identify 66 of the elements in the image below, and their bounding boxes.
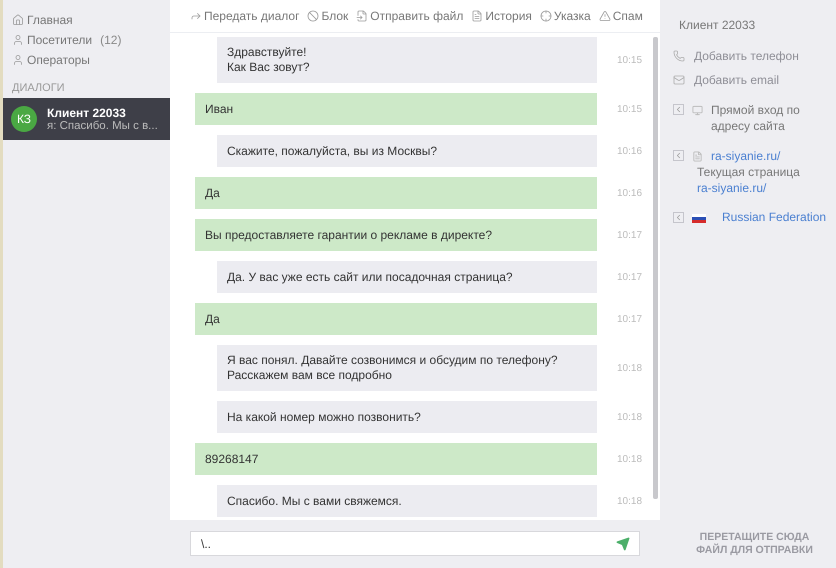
forward-arrow-icon bbox=[190, 10, 202, 22]
country-link[interactable]: Russian Federation bbox=[722, 210, 826, 224]
source-text: Прямой вход по адресу сайта bbox=[711, 102, 801, 134]
home-icon bbox=[12, 14, 24, 26]
message-time: 10:18 bbox=[617, 362, 642, 374]
operator-message: На какой номер можно позвонить? bbox=[217, 401, 597, 433]
user-icon bbox=[12, 34, 24, 46]
add-contact-link[interactable]: Добавить email bbox=[694, 73, 780, 87]
scrollbar[interactable] bbox=[653, 37, 658, 499]
toolbar-button[interactable]: Блок bbox=[307, 9, 348, 23]
operator-message: Я вас понял. Давайте созвонимся и обсудим по телефону? Расскажем вам все подробно bbox=[217, 345, 597, 391]
dialog-preview: я: Спасибо. Мы с в... bbox=[47, 120, 158, 132]
toolbar-button[interactable]: Спам bbox=[598, 9, 643, 23]
mail-icon bbox=[673, 74, 685, 86]
page-link[interactable]: ra-siyanie.ru/ bbox=[711, 149, 780, 163]
count: (12) bbox=[100, 32, 122, 48]
operator-message: Скажите, пожалуйста, вы из Москвы? bbox=[217, 135, 597, 167]
document-icon bbox=[692, 151, 703, 162]
message-time: 10:16 bbox=[617, 188, 642, 198]
toolbar-button[interactable]: Указка bbox=[540, 9, 591, 23]
toolbar-button[interactable]: История bbox=[471, 9, 532, 23]
chevron-icon[interactable] bbox=[673, 150, 684, 161]
user-icon bbox=[12, 54, 24, 66]
client-message: Да bbox=[195, 177, 597, 209]
message-time: 10:15 bbox=[617, 104, 642, 114]
dialog-name: Клиент 22033 bbox=[47, 106, 127, 120]
client-message: Да bbox=[195, 303, 597, 335]
client-message: Вы предоставляете гарантии о рекламе в директе? bbox=[195, 219, 597, 251]
dialog-item[interactable]: КЗ Клиент 22033 я: Спасибо. Мы с в... bbox=[3, 98, 170, 140]
message-input[interactable]: \.. bbox=[190, 531, 640, 556]
nav-item[interactable]: Операторы bbox=[3, 50, 170, 70]
operator-message: Здравствуйте! Как Вас зовут? bbox=[217, 37, 597, 83]
monitor-icon bbox=[692, 105, 703, 116]
crosshair-icon bbox=[540, 10, 552, 22]
message-time: 10:18 bbox=[617, 454, 642, 464]
message-time: 10:16 bbox=[617, 146, 642, 156]
client-name: Клиент 22033 bbox=[679, 18, 756, 32]
warning-icon bbox=[598, 10, 611, 22]
message-time: 10:18 bbox=[617, 496, 642, 506]
send-icon[interactable] bbox=[616, 537, 630, 551]
message-time: 10:17 bbox=[617, 230, 642, 240]
nav-item[interactable]: Посетители (12) bbox=[3, 30, 170, 50]
drop-hint: ПЕРЕТАЩИТЕ СЮДА ФАЙЛ ДЛЯ ОТПРАВКИ bbox=[696, 531, 813, 557]
add-contact-link[interactable]: Добавить телефон bbox=[694, 49, 799, 63]
message-time: 10:18 bbox=[617, 412, 642, 422]
page-link[interactable]: ra-siyanie.ru/ bbox=[697, 181, 766, 195]
avatar: КЗ bbox=[11, 106, 37, 132]
block-icon bbox=[307, 10, 320, 22]
document-icon bbox=[471, 10, 484, 22]
phone-icon bbox=[673, 50, 685, 62]
chevron-icon[interactable] bbox=[673, 212, 684, 223]
message-time: 10:15 bbox=[617, 54, 642, 66]
message-time: 10:17 bbox=[617, 272, 642, 282]
operator-message: Да. У вас уже есть сайт или посадочная страница? bbox=[217, 261, 597, 293]
flag-icon bbox=[692, 214, 706, 223]
chevron-icon[interactable] bbox=[673, 104, 684, 115]
toolbar-button[interactable]: Отправить файл bbox=[356, 9, 464, 23]
client-message: 89268147 bbox=[195, 443, 597, 475]
section-heading: ДИАЛОГИ bbox=[12, 82, 66, 94]
message-time: 10:17 bbox=[617, 314, 642, 324]
toolbar-button[interactable]: Передать диалог bbox=[190, 9, 300, 23]
file-icon bbox=[356, 10, 368, 22]
client-message: Иван bbox=[195, 93, 597, 125]
page-caption: Текущая страница bbox=[697, 164, 801, 180]
operator-message: Спасибо. Мы с вами свяжемся. bbox=[217, 485, 597, 517]
nav-item[interactable]: Главная bbox=[3, 10, 170, 30]
